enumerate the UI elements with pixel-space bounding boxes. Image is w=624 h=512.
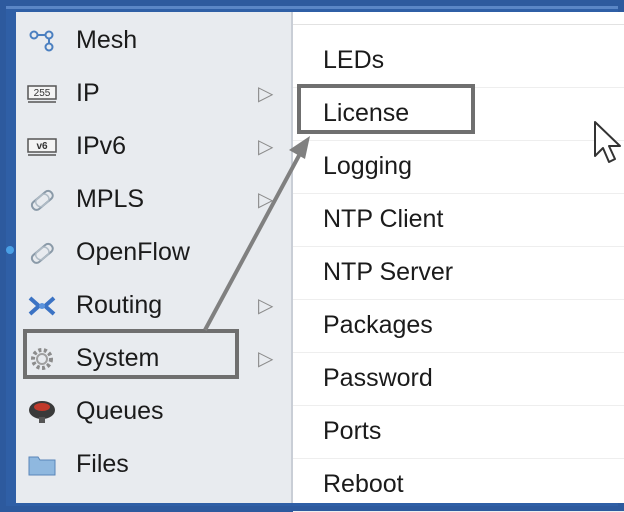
mouse-cursor-icon — [594, 121, 621, 163]
annotation-arrow — [203, 136, 310, 331]
